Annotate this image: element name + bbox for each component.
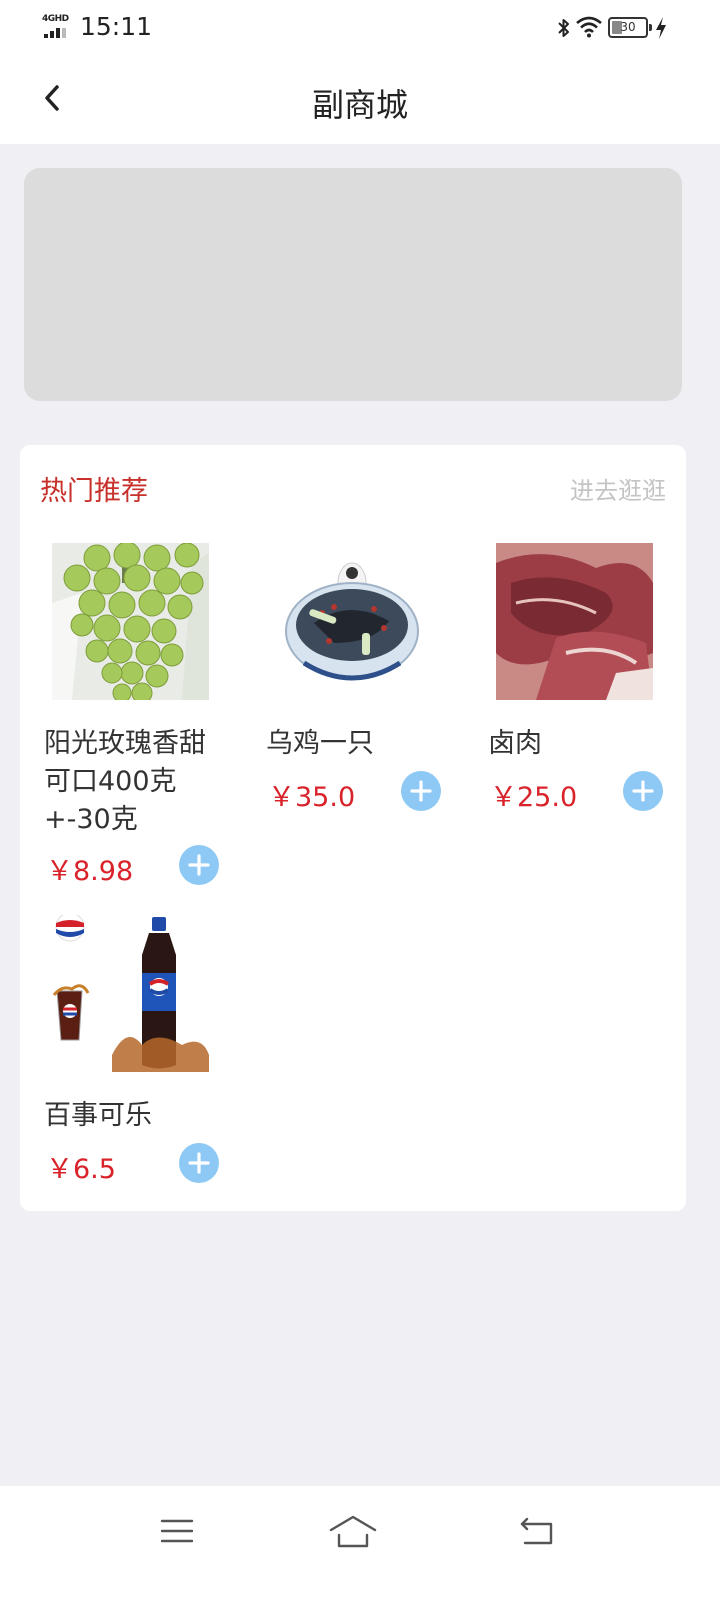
- battery-level: 30: [620, 20, 636, 34]
- add-to-cart-button[interactable]: [179, 1143, 219, 1183]
- product-name: 乌鸡一只: [266, 728, 374, 759]
- product-price: ￥25.0: [490, 782, 578, 813]
- hot-recommend-section: 热门推荐 进去逛逛 阳光玫瑰香甜可口400克+-30克 ￥8.98 乌鸡一只 ￥…: [20, 445, 686, 1211]
- menu-icon: [160, 1519, 194, 1543]
- network-type: 4GHD: [42, 14, 69, 24]
- plus-icon: [188, 854, 210, 876]
- home-icon: [329, 1515, 377, 1548]
- product-price: ￥8.98: [46, 856, 134, 887]
- section-title: 热门推荐: [40, 476, 148, 507]
- product-image-black-chicken: [274, 543, 431, 700]
- product-image-pepsi: [52, 915, 209, 1072]
- page-title: 副商城: [311, 86, 408, 124]
- header-bar: 副商城: [0, 56, 720, 144]
- product-name: 卤肉: [488, 728, 542, 759]
- status-time: 15:11: [80, 12, 153, 41]
- product-card[interactable]: 卤肉 ￥25.0: [464, 543, 674, 813]
- product-price: ￥35.0: [268, 782, 356, 813]
- cellular-signal-icon: 4GHD: [42, 14, 72, 40]
- product-card[interactable]: 百事可乐 ￥6.5: [20, 915, 230, 1185]
- plus-icon: [632, 780, 654, 802]
- charging-icon: [656, 17, 666, 39]
- product-image-braised-meat: [496, 543, 653, 700]
- menu-button[interactable]: [152, 1506, 202, 1556]
- add-to-cart-button[interactable]: [623, 771, 663, 811]
- add-to-cart-button[interactable]: [401, 771, 441, 811]
- product-card[interactable]: 乌鸡一只 ￥35.0: [242, 543, 452, 813]
- wifi-icon: [576, 16, 602, 38]
- product-name: 百事可乐: [44, 1100, 152, 1131]
- product-name: 阳光玫瑰香甜可口400克+-30克: [44, 728, 206, 835]
- system-navigation-bar: [0, 1486, 720, 1600]
- product-price: ￥6.5: [46, 1154, 116, 1185]
- more-link[interactable]: 进去逛逛: [570, 471, 666, 506]
- plus-icon: [188, 1152, 210, 1174]
- banner-carousel[interactable]: [24, 168, 682, 401]
- product-image-grapes: [52, 543, 209, 700]
- bluetooth-icon: [558, 19, 569, 37]
- return-button[interactable]: [512, 1506, 562, 1556]
- battery-icon: 30: [608, 17, 652, 38]
- home-button[interactable]: [328, 1506, 378, 1556]
- return-icon: [520, 1517, 553, 1545]
- product-card[interactable]: 阳光玫瑰香甜可口400克+-30克 ￥8.98: [20, 543, 230, 893]
- add-to-cart-button[interactable]: [179, 845, 219, 885]
- plus-icon: [410, 780, 432, 802]
- status-bar: 4GHD 15:11 30: [0, 0, 720, 56]
